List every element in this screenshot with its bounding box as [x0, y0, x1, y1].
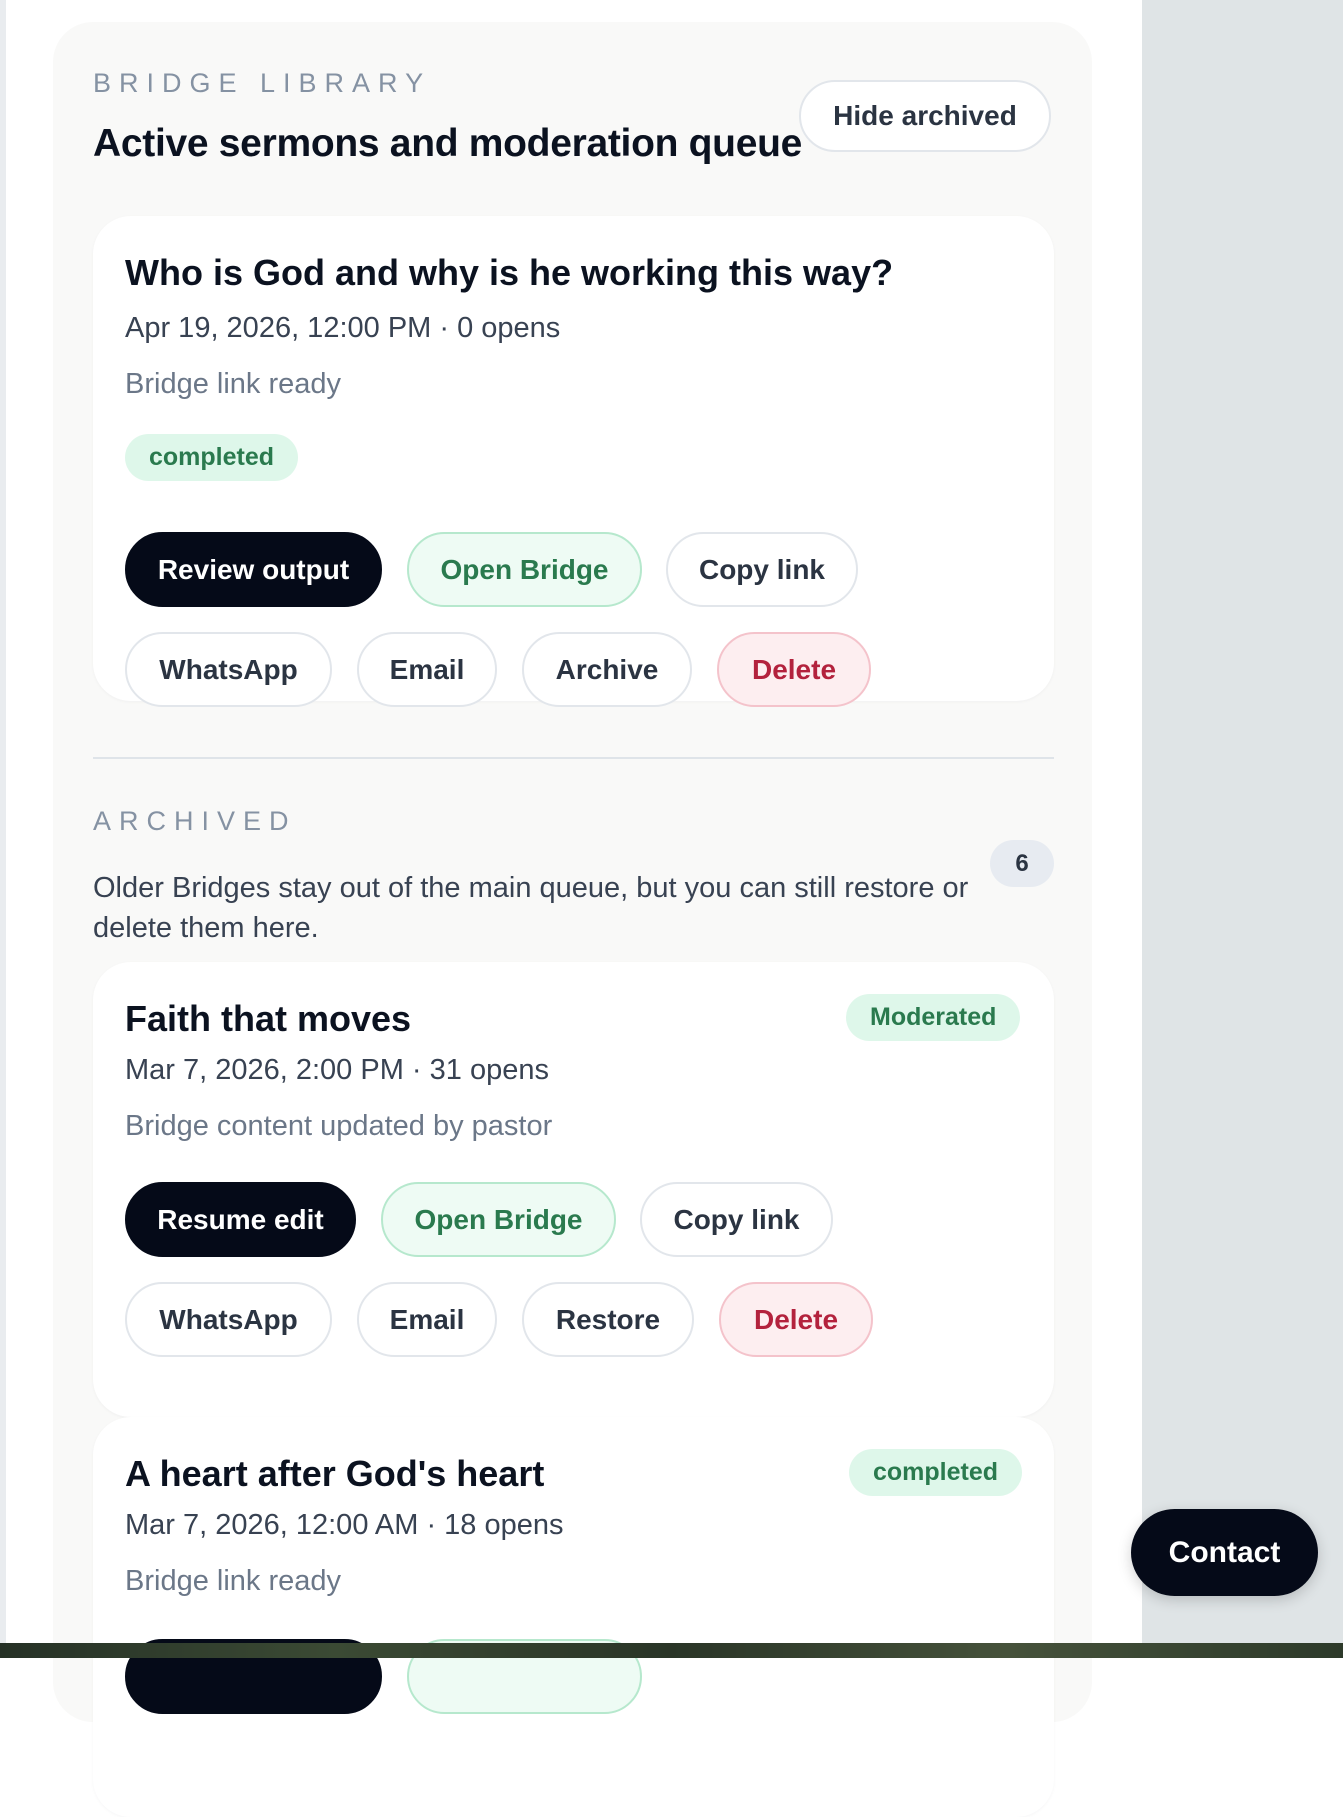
sermon-status-text: Bridge link ready	[125, 368, 341, 400]
review-output-button[interactable]: Review output	[125, 532, 382, 607]
whatsapp-share-button[interactable]: WhatsApp	[125, 632, 332, 707]
archived-eyebrow: ARCHIVED	[93, 806, 297, 836]
status-badge: completed	[849, 1449, 1023, 1496]
whatsapp-share-button[interactable]: WhatsApp	[125, 1282, 332, 1357]
archive-button[interactable]: Archive	[522, 632, 692, 707]
resume-edit-button[interactable]: Resume edit	[125, 1182, 356, 1257]
status-badge: completed	[125, 434, 299, 481]
delete-button[interactable]: Delete	[717, 632, 871, 707]
delete-button[interactable]: Delete	[719, 1282, 873, 1357]
sermon-card: Who is God and why is he working this wa…	[93, 216, 1054, 707]
status-badge: Moderated	[846, 994, 1021, 1041]
email-share-button[interactable]: Email	[357, 1282, 497, 1357]
copy-link-button[interactable]: Copy link	[640, 1182, 833, 1257]
copy-link-button[interactable]: Copy link	[666, 532, 858, 607]
sermon-title: A heart after God's heart	[125, 1453, 545, 1494]
restore-button[interactable]: Restore	[522, 1282, 694, 1357]
sermon-status-text: Bridge content updated by pastor	[125, 1110, 553, 1142]
library-eyebrow: BRIDGE LIBRARY	[93, 68, 432, 98]
email-share-button[interactable]: Email	[357, 632, 497, 707]
hide-archived-button[interactable]: Hide archived	[799, 80, 1051, 152]
contact-button[interactable]: Contact	[1131, 1509, 1318, 1596]
open-bridge-button[interactable]: Open Bridge	[407, 532, 642, 607]
archived-count-badge: 6	[990, 840, 1054, 887]
section-divider	[93, 757, 1054, 759]
sermon-meta: Mar 7, 2026, 12:00 AM · 18 opens	[125, 1509, 564, 1541]
page-title: Active sermons and moderation queue	[93, 122, 803, 165]
open-bridge-button[interactable]: Open Bridge	[381, 1182, 616, 1257]
right-rail	[1142, 0, 1343, 1658]
sermon-meta: Mar 7, 2026, 2:00 PM · 31 opens	[125, 1054, 549, 1086]
sermon-meta: Apr 19, 2026, 12:00 PM · 0 opens	[125, 312, 561, 344]
archived-sermon-card: Faith that moves Moderated Mar 7, 2026, …	[93, 962, 1054, 1417]
sermon-title: Who is God and why is he working this wa…	[125, 252, 894, 293]
background-photo-strip	[0, 1643, 1343, 1658]
sermon-status-text: Bridge link ready	[125, 1565, 341, 1597]
archived-description: Older Bridges stay out of the main queue…	[93, 872, 969, 944]
sermon-title: Faith that moves	[125, 998, 412, 1039]
archived-sermon-card: A heart after God's heart completed Mar …	[93, 1417, 1054, 1817]
bridge-library-panel: BRIDGE LIBRARY Active sermons and modera…	[53, 22, 1092, 1817]
left-edge	[0, 0, 6, 1658]
